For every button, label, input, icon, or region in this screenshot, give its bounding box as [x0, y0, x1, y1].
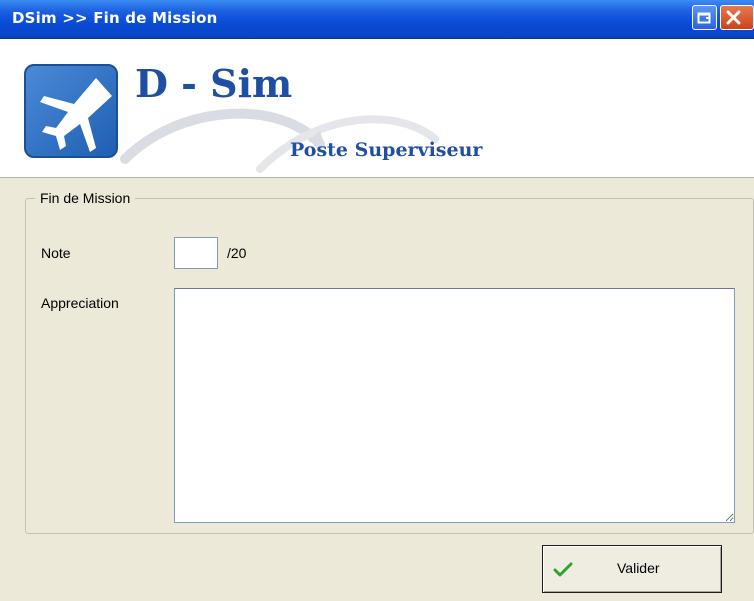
checkmark-icon [553, 562, 573, 577]
restore-icon [697, 12, 711, 24]
close-icon [726, 10, 741, 25]
brand-subtitle: Poste Superviseur [290, 139, 483, 161]
window-title: DSim >> Fin de Mission [12, 9, 218, 27]
appreciation-label: Appreciation [41, 295, 119, 311]
validate-label: Valider [617, 560, 660, 576]
appreciation-textarea[interactable] [174, 288, 735, 523]
note-suffix: /20 [227, 245, 247, 261]
validate-button[interactable]: Valider [542, 545, 722, 593]
jet-plane-icon [24, 64, 118, 158]
dialog-window: DSim >> Fin de Mission D - Sim Poste Sup… [0, 0, 754, 601]
app-header: D - Sim Poste Superviseur [0, 39, 754, 178]
note-input[interactable] [174, 237, 218, 269]
title-bar[interactable]: DSim >> Fin de Mission [0, 0, 754, 39]
close-button[interactable] [720, 5, 754, 30]
brand-title: D - Sim [135, 61, 293, 106]
note-label: Note [41, 245, 71, 261]
groupbox-title: Fin de Mission [35, 190, 136, 206]
restore-button[interactable] [692, 5, 717, 30]
